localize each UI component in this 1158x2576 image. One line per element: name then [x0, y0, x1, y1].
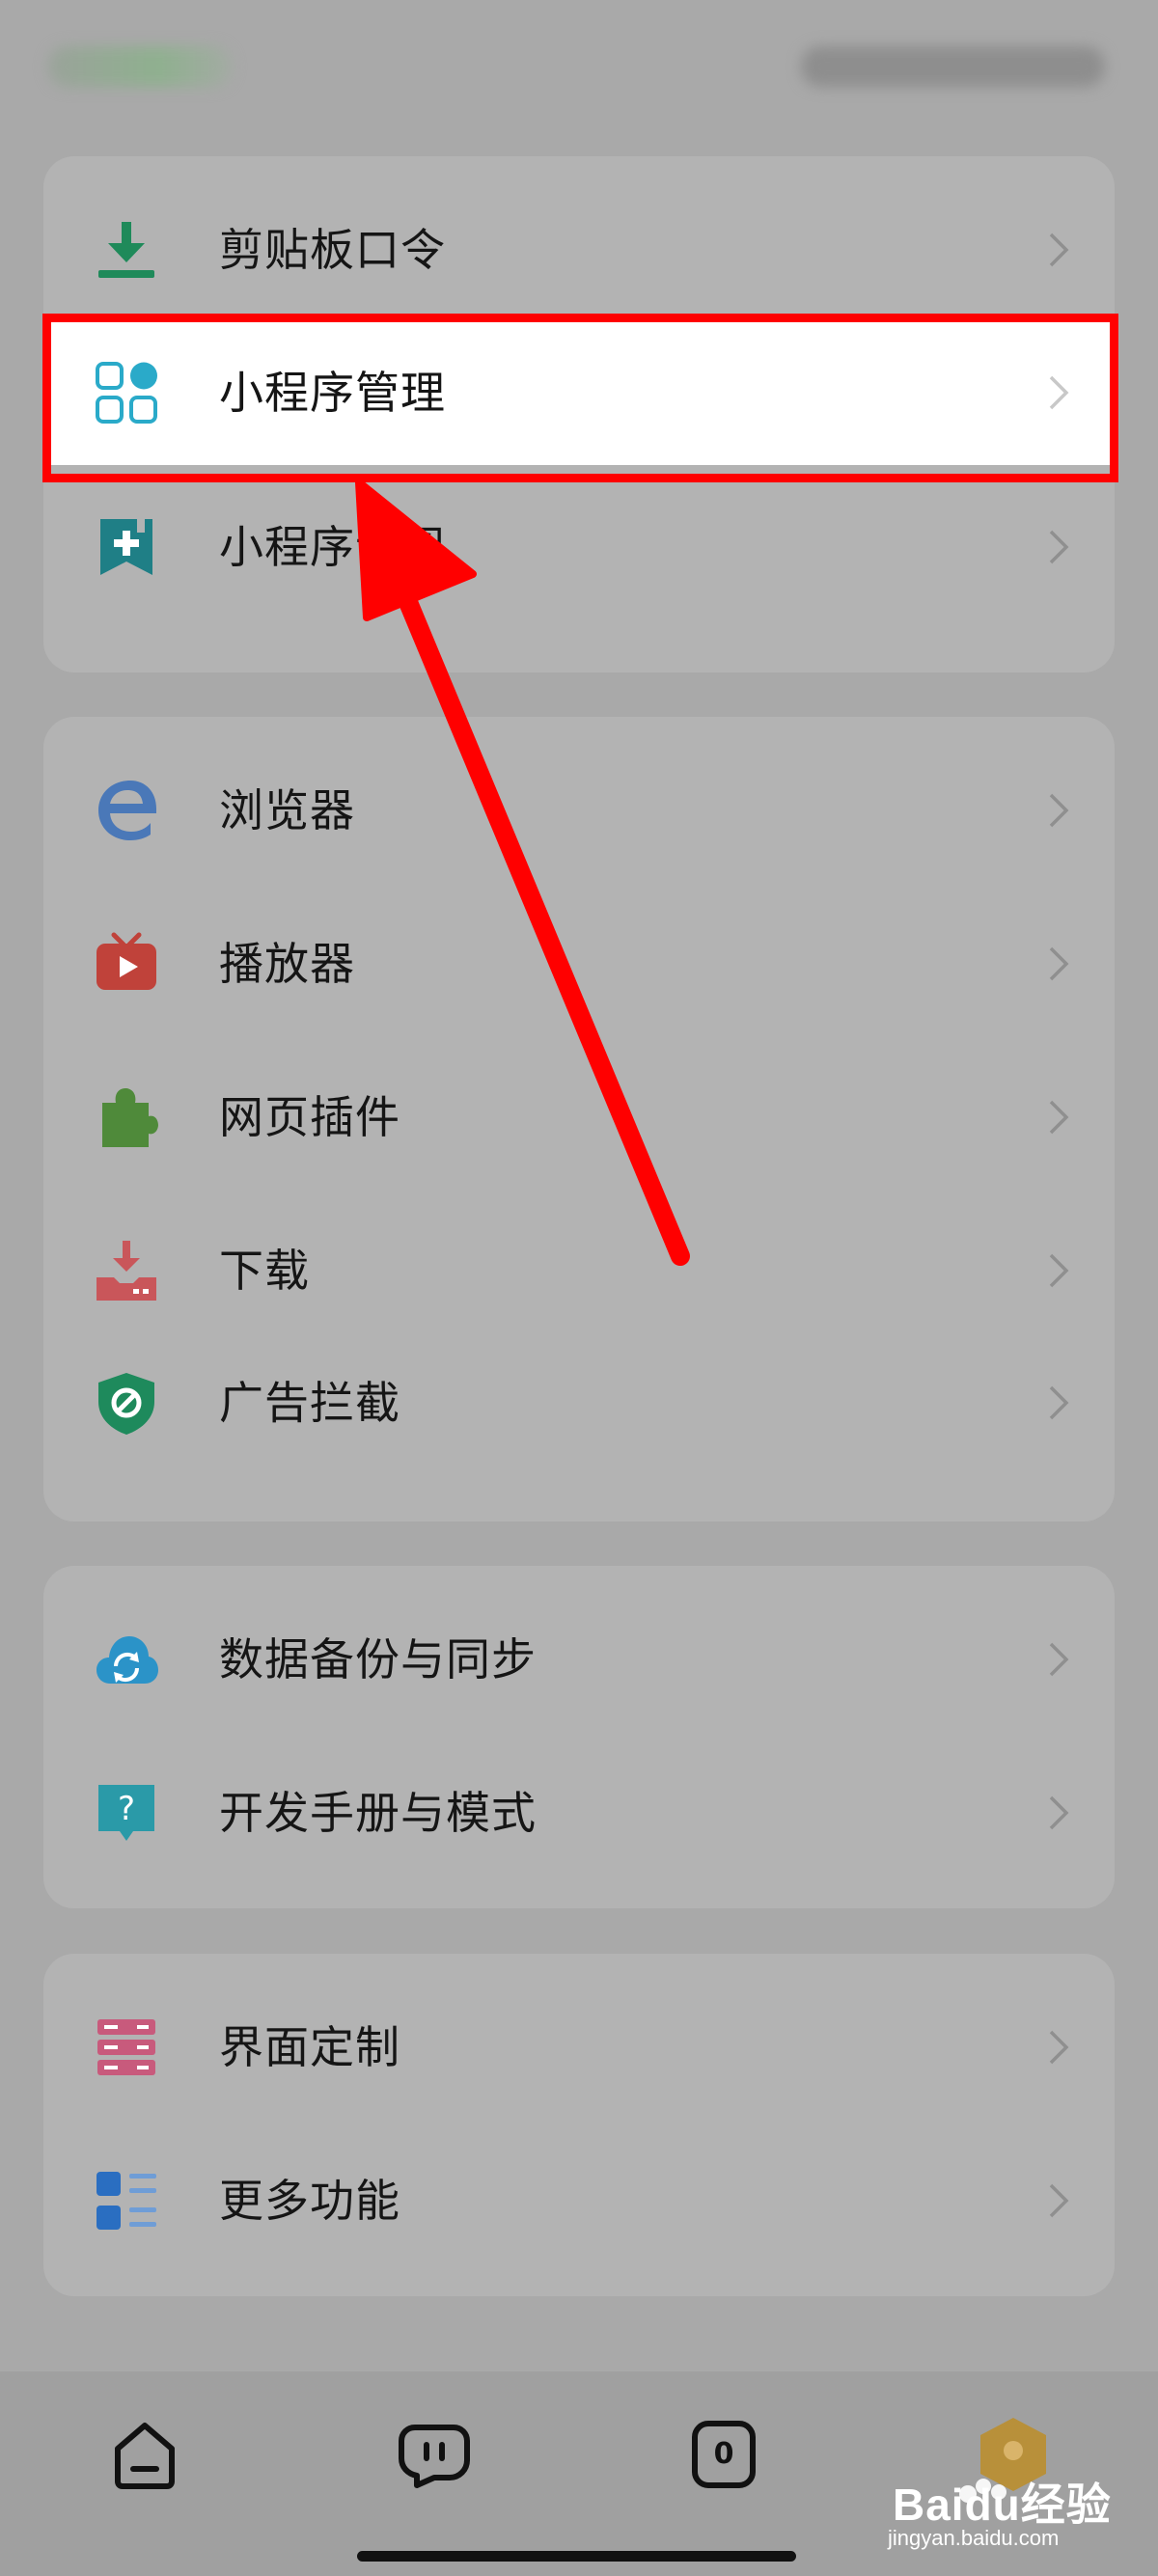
tv-player-icon: [96, 932, 156, 990]
watermark-url: jingyan.baidu.com: [888, 2526, 1060, 2550]
chevron-right-icon: [1049, 233, 1069, 267]
menu-item-label: 小程序管理: [219, 367, 446, 419]
menu-item-download[interactable]: 下载: [43, 1198, 1115, 1343]
chevron-right-icon: [1049, 946, 1069, 981]
status-bar: [0, 0, 1158, 145]
menu-item-more-features[interactable]: 更多功能: [43, 2128, 1115, 2273]
menu-item-label: 网页插件: [219, 1091, 400, 1143]
menu-item-browser[interactable]: 浏览器: [43, 738, 1115, 883]
chevron-right-icon: [1049, 1253, 1069, 1288]
menu-item-clipboard-command[interactable]: 剪贴板口令: [43, 178, 1115, 322]
download-icon: [96, 1241, 156, 1301]
chevron-right-icon: [1049, 1100, 1069, 1135]
chevron-right-icon: [1049, 2183, 1069, 2218]
blurred-status-left: [48, 46, 232, 87]
menu-item-web-plugins[interactable]: 网页插件: [43, 1045, 1115, 1190]
more-list-icon: [96, 2172, 156, 2230]
menu-item-label: 播放器: [219, 938, 355, 990]
settings-card-3: 数据备份与同步 ? 开发手册与模式: [43, 1566, 1115, 1908]
layout-custom-icon: [97, 2019, 155, 2075]
menu-item-label: 浏览器: [219, 784, 355, 836]
menu-item-player[interactable]: 播放器: [43, 891, 1115, 1036]
menu-item-ad-block[interactable]: 广告拦截: [43, 1330, 1115, 1475]
menu-item-label: 数据备份与同步: [219, 1633, 537, 1685]
settings-card-1: 剪贴板口令 小程序管理 小程序订阅: [43, 156, 1115, 672]
mini-program-grid-icon: [96, 362, 157, 424]
clipboard-download-icon: [98, 222, 154, 278]
menu-item-mini-program-subscribe[interactable]: 小程序订阅: [43, 475, 1115, 619]
watermark-brand: Baidu经验: [893, 2480, 1112, 2530]
settings-card-4: 界面定制 更多功能: [43, 1954, 1115, 2296]
tab-count: 0: [713, 2437, 734, 2471]
chevron-right-icon: [1049, 793, 1069, 828]
menu-item-label: 广告拦截: [219, 1377, 400, 1429]
browser-e-icon: [98, 781, 156, 840]
help-bubble-icon: ?: [98, 1785, 154, 1841]
svg-text:?: ?: [118, 1790, 135, 1828]
menu-item-label: 小程序订阅: [219, 521, 446, 573]
bookmark-plus-icon: [100, 519, 152, 575]
chevron-right-icon: [1049, 1385, 1069, 1420]
tabs-count-button[interactable]: 0: [685, 2416, 762, 2493]
menu-item-label: 剪贴板口令: [219, 224, 446, 276]
chevron-right-icon: [1049, 1642, 1069, 1677]
shield-block-icon: [98, 1373, 154, 1435]
chevron-right-icon: [1049, 2030, 1069, 2065]
menu-item-label: 更多功能: [219, 2175, 400, 2227]
chevron-right-icon: [1049, 1795, 1069, 1830]
settings-card-2: 浏览器 播放器 网页插件 下载 广告拦截: [43, 717, 1115, 1521]
menu-item-label: 界面定制: [219, 2021, 400, 2073]
menu-item-dev-manual[interactable]: ? 开发手册与模式: [43, 1740, 1115, 1885]
menu-item-ui-customize[interactable]: 界面定制: [43, 1975, 1115, 2120]
menu-item-mini-program-manage[interactable]: 小程序管理: [43, 320, 1115, 465]
menu-item-label: 下载: [219, 1245, 310, 1297]
puzzle-icon: [102, 1088, 158, 1147]
menu-item-label: 开发手册与模式: [219, 1787, 537, 1839]
cloud-sync-icon: [96, 1636, 158, 1684]
chat-bubble-icon[interactable]: [396, 2416, 473, 2493]
home-indicator: [357, 2551, 796, 2562]
chevron-right-icon: [1049, 530, 1069, 564]
blurred-status-right: [801, 46, 1105, 87]
chevron-right-icon: [1049, 375, 1069, 410]
home-icon[interactable]: [106, 2416, 183, 2493]
menu-item-backup-sync[interactable]: 数据备份与同步: [43, 1587, 1115, 1732]
